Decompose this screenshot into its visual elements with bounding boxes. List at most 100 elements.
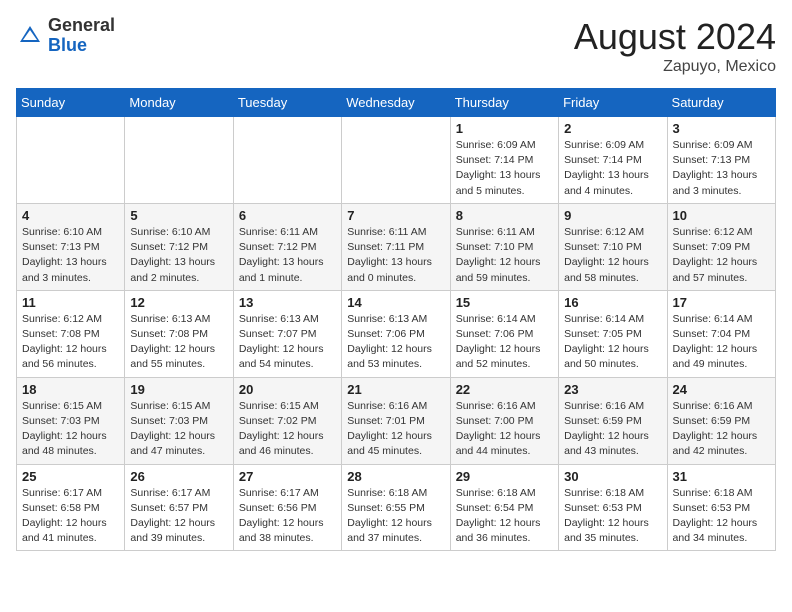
calendar-cell: 27 Sunrise: 6:17 AM Sunset: 6:56 PM Dayli… bbox=[233, 464, 341, 551]
calendar-cell: 26 Sunrise: 6:17 AM Sunset: 6:57 PM Dayli… bbox=[125, 464, 233, 551]
day-number: 18 bbox=[22, 382, 119, 397]
day-info: Sunrise: 6:18 AM Sunset: 6:55 PM Dayligh… bbox=[347, 486, 444, 547]
day-number: 30 bbox=[564, 469, 661, 484]
day-number: 16 bbox=[564, 295, 661, 310]
calendar-cell: 25 Sunrise: 6:17 AM Sunset: 6:58 PM Dayli… bbox=[17, 464, 125, 551]
calendar-cell: 28 Sunrise: 6:18 AM Sunset: 6:55 PM Dayli… bbox=[342, 464, 450, 551]
day-info: Sunrise: 6:17 AM Sunset: 6:58 PM Dayligh… bbox=[22, 486, 119, 547]
calendar-cell bbox=[125, 117, 233, 204]
calendar-cell: 7 Sunrise: 6:11 AM Sunset: 7:11 PM Daylig… bbox=[342, 203, 450, 290]
logo: General Blue bbox=[16, 16, 115, 56]
day-info: Sunrise: 6:09 AM Sunset: 7:14 PM Dayligh… bbox=[456, 138, 553, 199]
day-number: 23 bbox=[564, 382, 661, 397]
calendar-cell: 19 Sunrise: 6:15 AM Sunset: 7:03 PM Dayli… bbox=[125, 377, 233, 464]
calendar-cell: 9 Sunrise: 6:12 AM Sunset: 7:10 PM Daylig… bbox=[559, 203, 667, 290]
day-info: Sunrise: 6:13 AM Sunset: 7:06 PM Dayligh… bbox=[347, 312, 444, 373]
calendar-cell: 30 Sunrise: 6:18 AM Sunset: 6:53 PM Dayli… bbox=[559, 464, 667, 551]
day-number: 1 bbox=[456, 121, 553, 136]
day-info: Sunrise: 6:17 AM Sunset: 6:57 PM Dayligh… bbox=[130, 486, 227, 547]
calendar-cell: 4 Sunrise: 6:10 AM Sunset: 7:13 PM Daylig… bbox=[17, 203, 125, 290]
calendar-cell: 11 Sunrise: 6:12 AM Sunset: 7:08 PM Dayli… bbox=[17, 290, 125, 377]
day-info: Sunrise: 6:18 AM Sunset: 6:54 PM Dayligh… bbox=[456, 486, 553, 547]
day-info: Sunrise: 6:11 AM Sunset: 7:12 PM Dayligh… bbox=[239, 225, 336, 286]
day-number: 24 bbox=[673, 382, 770, 397]
calendar-week-row: 11 Sunrise: 6:12 AM Sunset: 7:08 PM Dayli… bbox=[17, 290, 776, 377]
day-of-week-header: Thursday bbox=[450, 89, 558, 117]
day-info: Sunrise: 6:16 AM Sunset: 7:00 PM Dayligh… bbox=[456, 399, 553, 460]
day-info: Sunrise: 6:15 AM Sunset: 7:03 PM Dayligh… bbox=[130, 399, 227, 460]
calendar-table: SundayMondayTuesdayWednesdayThursdayFrid… bbox=[16, 88, 776, 551]
day-info: Sunrise: 6:14 AM Sunset: 7:05 PM Dayligh… bbox=[564, 312, 661, 373]
calendar-week-row: 4 Sunrise: 6:10 AM Sunset: 7:13 PM Daylig… bbox=[17, 203, 776, 290]
calendar-week-row: 18 Sunrise: 6:15 AM Sunset: 7:03 PM Dayli… bbox=[17, 377, 776, 464]
calendar-cell: 6 Sunrise: 6:11 AM Sunset: 7:12 PM Daylig… bbox=[233, 203, 341, 290]
day-number: 6 bbox=[239, 208, 336, 223]
calendar-cell: 18 Sunrise: 6:15 AM Sunset: 7:03 PM Dayli… bbox=[17, 377, 125, 464]
day-number: 8 bbox=[456, 208, 553, 223]
day-info: Sunrise: 6:15 AM Sunset: 7:03 PM Dayligh… bbox=[22, 399, 119, 460]
calendar-cell: 2 Sunrise: 6:09 AM Sunset: 7:14 PM Daylig… bbox=[559, 117, 667, 204]
day-info: Sunrise: 6:16 AM Sunset: 6:59 PM Dayligh… bbox=[673, 399, 770, 460]
calendar-cell: 17 Sunrise: 6:14 AM Sunset: 7:04 PM Dayli… bbox=[667, 290, 775, 377]
location: Zapuyo, Mexico bbox=[574, 58, 776, 76]
day-number: 2 bbox=[564, 121, 661, 136]
day-info: Sunrise: 6:18 AM Sunset: 6:53 PM Dayligh… bbox=[564, 486, 661, 547]
day-number: 26 bbox=[130, 469, 227, 484]
calendar-cell: 5Sunrise: 6:10 AM Sunset: 7:12 PM Daylig… bbox=[125, 203, 233, 290]
calendar-week-row: 1 Sunrise: 6:09 AM Sunset: 7:14 PM Daylig… bbox=[17, 117, 776, 204]
day-number: 29 bbox=[456, 469, 553, 484]
day-info: Sunrise: 6:15 AM Sunset: 7:02 PM Dayligh… bbox=[239, 399, 336, 460]
day-number: 25 bbox=[22, 469, 119, 484]
page-header: General Blue August 2024 Zapuyo, Mexico bbox=[16, 16, 776, 76]
calendar-cell bbox=[233, 117, 341, 204]
calendar-cell: 8Sunrise: 6:11 AM Sunset: 7:10 PM Daylig… bbox=[450, 203, 558, 290]
logo-icon bbox=[16, 22, 44, 50]
day-of-week-header: Monday bbox=[125, 89, 233, 117]
day-number: 19 bbox=[130, 382, 227, 397]
logo-text: General Blue bbox=[48, 16, 115, 56]
day-info: Sunrise: 6:12 AM Sunset: 7:08 PM Dayligh… bbox=[22, 312, 119, 373]
day-info: Sunrise: 6:17 AM Sunset: 6:56 PM Dayligh… bbox=[239, 486, 336, 547]
day-of-week-header: Wednesday bbox=[342, 89, 450, 117]
day-number: 28 bbox=[347, 469, 444, 484]
day-number: 17 bbox=[673, 295, 770, 310]
day-info: Sunrise: 6:14 AM Sunset: 7:04 PM Dayligh… bbox=[673, 312, 770, 373]
day-info: Sunrise: 6:18 AM Sunset: 6:53 PM Dayligh… bbox=[673, 486, 770, 547]
day-number: 20 bbox=[239, 382, 336, 397]
day-number: 4 bbox=[22, 208, 119, 223]
calendar-cell: 13 Sunrise: 6:13 AM Sunset: 7:07 PM Dayli… bbox=[233, 290, 341, 377]
day-info: Sunrise: 6:10 AM Sunset: 7:13 PM Dayligh… bbox=[22, 225, 119, 286]
day-number: 9 bbox=[564, 208, 661, 223]
calendar-cell: 31 Sunrise: 6:18 AM Sunset: 6:53 PM Dayli… bbox=[667, 464, 775, 551]
calendar-cell: 22Sunrise: 6:16 AM Sunset: 7:00 PM Dayli… bbox=[450, 377, 558, 464]
day-number: 11 bbox=[22, 295, 119, 310]
day-info: Sunrise: 6:09 AM Sunset: 7:14 PM Dayligh… bbox=[564, 138, 661, 199]
day-info: Sunrise: 6:13 AM Sunset: 7:07 PM Dayligh… bbox=[239, 312, 336, 373]
day-number: 3 bbox=[673, 121, 770, 136]
calendar-week-row: 25 Sunrise: 6:17 AM Sunset: 6:58 PM Dayli… bbox=[17, 464, 776, 551]
day-number: 14 bbox=[347, 295, 444, 310]
calendar-cell: 29 Sunrise: 6:18 AM Sunset: 6:54 PM Dayli… bbox=[450, 464, 558, 551]
day-of-week-header: Tuesday bbox=[233, 89, 341, 117]
calendar-cell: 3Sunrise: 6:09 AM Sunset: 7:13 PM Daylig… bbox=[667, 117, 775, 204]
day-number: 21 bbox=[347, 382, 444, 397]
day-info: Sunrise: 6:13 AM Sunset: 7:08 PM Dayligh… bbox=[130, 312, 227, 373]
calendar-cell: 16 Sunrise: 6:14 AM Sunset: 7:05 PM Dayli… bbox=[559, 290, 667, 377]
day-of-week-header: Saturday bbox=[667, 89, 775, 117]
month-year: August 2024 bbox=[574, 16, 776, 58]
day-number: 13 bbox=[239, 295, 336, 310]
day-number: 27 bbox=[239, 469, 336, 484]
day-number: 31 bbox=[673, 469, 770, 484]
calendar-cell: 10Sunrise: 6:12 AM Sunset: 7:09 PM Dayli… bbox=[667, 203, 775, 290]
calendar-cell: 1 Sunrise: 6:09 AM Sunset: 7:14 PM Daylig… bbox=[450, 117, 558, 204]
calendar-cell bbox=[17, 117, 125, 204]
day-number: 7 bbox=[347, 208, 444, 223]
day-info: Sunrise: 6:14 AM Sunset: 7:06 PM Dayligh… bbox=[456, 312, 553, 373]
calendar-cell bbox=[342, 117, 450, 204]
calendar-cell: 24 Sunrise: 6:16 AM Sunset: 6:59 PM Dayli… bbox=[667, 377, 775, 464]
day-number: 12 bbox=[130, 295, 227, 310]
day-info: Sunrise: 6:10 AM Sunset: 7:12 PM Dayligh… bbox=[130, 225, 227, 286]
calendar-cell: 12 Sunrise: 6:13 AM Sunset: 7:08 PM Dayli… bbox=[125, 290, 233, 377]
day-info: Sunrise: 6:11 AM Sunset: 7:11 PM Dayligh… bbox=[347, 225, 444, 286]
day-info: Sunrise: 6:12 AM Sunset: 7:10 PM Dayligh… bbox=[564, 225, 661, 286]
